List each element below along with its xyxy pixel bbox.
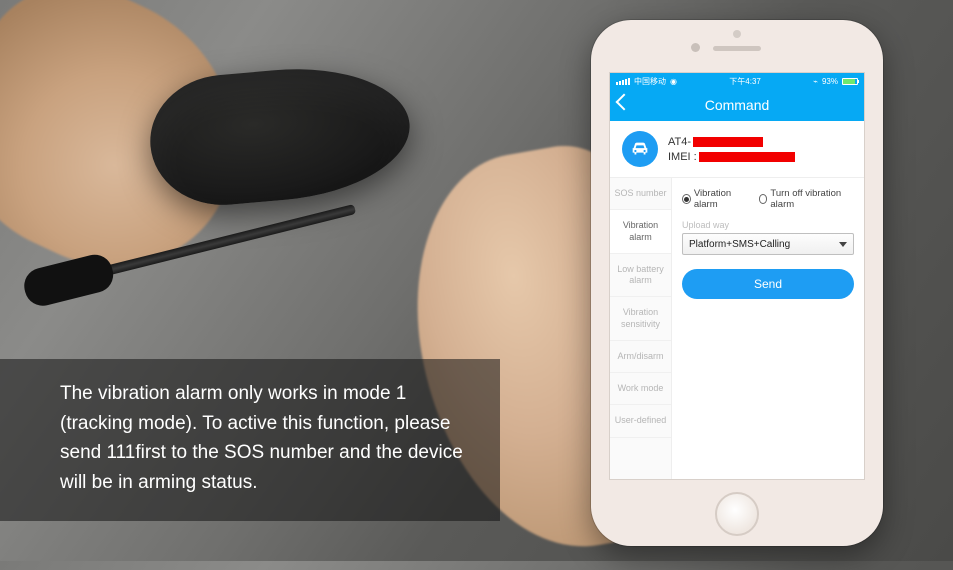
radio-vibration-off[interactable]: Turn off vibration alarm — [759, 188, 855, 210]
send-button[interactable]: Send — [682, 269, 854, 299]
imei-redacted — [699, 152, 795, 162]
status-bar: 中国移动 ◉ 下午4:37 ⌁ 93% — [610, 73, 864, 89]
radio-vibration-on-label: Vibration alarm — [694, 188, 749, 210]
battery-icon — [842, 78, 858, 85]
home-button[interactable] — [715, 492, 759, 536]
tab-vibration-alarm[interactable]: Vibration alarm — [610, 210, 671, 254]
settings-panel: Vibration alarm Turn off vibration alarm… — [672, 178, 864, 479]
wifi-icon: ◉ — [670, 77, 677, 86]
chevron-down-icon — [839, 242, 847, 247]
bluetooth-icon: ⌁ — [813, 77, 818, 86]
nav-bar: Command — [610, 89, 864, 121]
car-icon — [622, 131, 658, 167]
upload-way-label: Upload way — [682, 220, 854, 230]
clock: 下午4:37 — [729, 76, 761, 87]
device-header: AT4- IMEI : — [610, 121, 864, 178]
imei-label: IMEI : — [668, 151, 697, 163]
promo-caption: The vibration alarm only works in mode 1… — [0, 359, 500, 521]
tab-user-defined[interactable]: User-defined — [610, 405, 671, 437]
tab-sos[interactable]: SOS number — [610, 178, 671, 210]
tab-vibration-sensitivity[interactable]: Vibration sensitivity — [610, 297, 671, 341]
radio-vibration-off-label: Turn off vibration alarm — [770, 188, 854, 210]
tab-work-mode[interactable]: Work mode — [610, 373, 671, 405]
tab-low-battery[interactable]: Low battery alarm — [610, 254, 671, 298]
nav-title: Command — [705, 97, 770, 113]
tab-arm-disarm[interactable]: Arm/disarm — [610, 341, 671, 373]
device-name-redacted — [693, 137, 763, 147]
battery-pct: 93% — [822, 77, 838, 86]
upload-way-select[interactable]: Platform+SMS+Calling — [682, 233, 854, 255]
signal-icon — [616, 78, 630, 85]
upload-way-value: Platform+SMS+Calling — [689, 239, 790, 250]
device-name: AT4- — [668, 136, 691, 148]
carrier-label: 中国移动 — [634, 76, 666, 87]
back-button[interactable] — [616, 94, 633, 111]
side-tabs: SOS number Vibration alarm Low battery a… — [610, 178, 672, 479]
phone-top — [591, 20, 883, 72]
phone-frame: 中国移动 ◉ 下午4:37 ⌁ 93% Command — [591, 20, 883, 546]
phone-screen: 中国移动 ◉ 下午4:37 ⌁ 93% Command — [609, 72, 865, 480]
radio-vibration-on[interactable]: Vibration alarm — [682, 188, 749, 210]
